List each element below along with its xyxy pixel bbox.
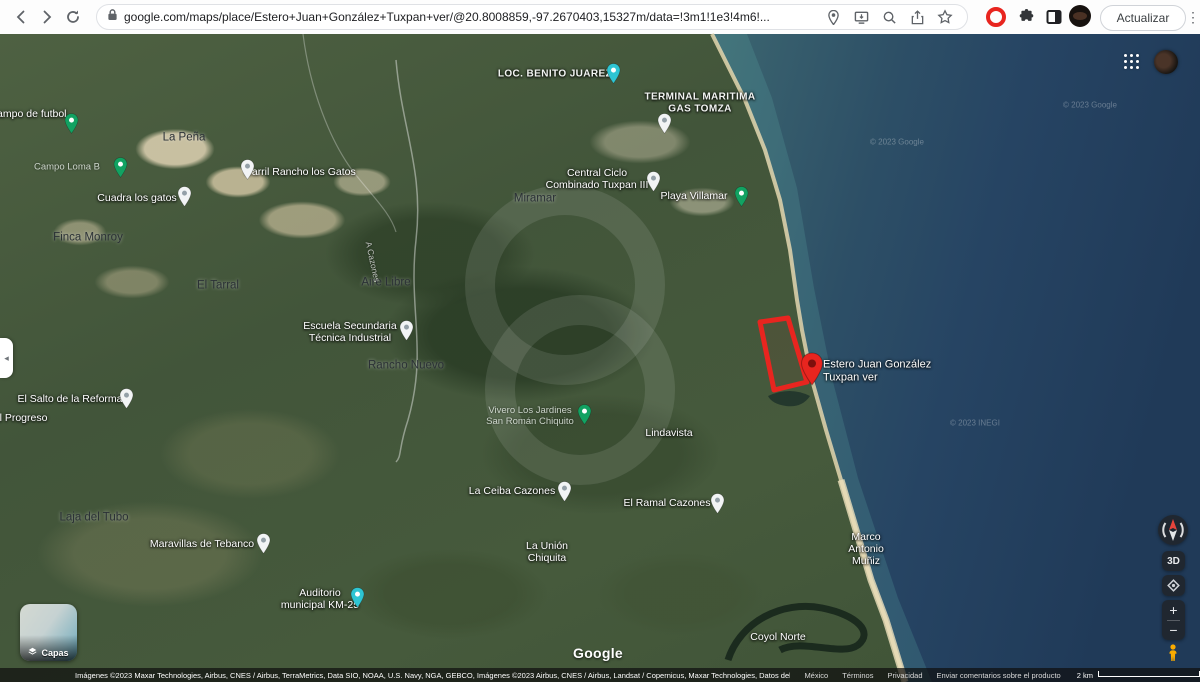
zoom-out-button[interactable]: − — [1162, 621, 1185, 640]
scale-label: 2 km — [1077, 671, 1093, 680]
map-scale: 2 km — [1077, 671, 1200, 680]
map-pin-teal[interactable] — [606, 63, 621, 89]
share-icon[interactable] — [905, 5, 929, 29]
zoom-control: + − — [1162, 600, 1185, 640]
attribution-imagery: Imágenes ©2023 Maxar Technologies, Airbu… — [75, 671, 790, 680]
profile-avatar[interactable] — [1068, 4, 1092, 28]
attribution-link[interactable]: Enviar comentarios sobre el producto — [937, 671, 1061, 680]
map-pin-green[interactable] — [64, 113, 79, 139]
layers-label: Capas — [41, 648, 68, 658]
map-pin-green[interactable] — [113, 157, 128, 183]
extensions-puzzle-icon[interactable] — [1014, 5, 1038, 29]
attribution-link[interactable]: Privacidad — [887, 671, 922, 680]
attribution-links: México Términos Privacidad Enviar comentari… — [790, 671, 1060, 680]
map-pin-teal[interactable] — [350, 587, 365, 613]
map-pin-gray[interactable] — [256, 533, 271, 559]
map-pin-gray[interactable] — [399, 320, 414, 346]
map-canvas[interactable] — [0, 34, 1200, 682]
map-pin-red[interactable] — [800, 352, 824, 391]
google-watermark: Google — [573, 645, 623, 661]
map-pin-gray[interactable] — [657, 113, 672, 139]
scale-bar — [1098, 671, 1200, 677]
map-pin-gray[interactable] — [646, 171, 661, 197]
avatar[interactable] — [1154, 50, 1178, 74]
address-bar[interactable]: google.com/maps/place/Estero+Juan+Gonzál… — [96, 4, 968, 30]
3d-button[interactable]: 3D — [1162, 551, 1185, 571]
browser-window: google.com/maps/place/Estero+Juan+Gonzál… — [0, 0, 1200, 682]
reload-icon[interactable] — [60, 4, 86, 30]
attribution-bar: Imágenes ©2023 Maxar Technologies, Airbu… — [0, 668, 1200, 682]
apps-grid-icon[interactable] — [1124, 54, 1140, 70]
bookmark-star-icon[interactable] — [933, 5, 957, 29]
side-panel-toggle[interactable]: ◂ — [0, 338, 13, 378]
pegman-icon[interactable] — [1165, 644, 1181, 662]
compass-icon[interactable] — [1158, 515, 1188, 545]
red-o-extension-icon[interactable] — [984, 5, 1008, 29]
map-pin-gray[interactable] — [119, 388, 134, 414]
map-pin-gray[interactable] — [240, 159, 255, 185]
forward-icon[interactable] — [34, 4, 60, 30]
map-pin-gray[interactable] — [710, 493, 725, 519]
map-pin-green[interactable] — [577, 404, 592, 430]
zoom-search-icon[interactable] — [877, 5, 901, 29]
attribution-link[interactable]: México — [804, 671, 828, 680]
update-browser-button[interactable]: Actualizar — [1100, 5, 1186, 31]
url-text[interactable]: google.com/maps/place/Estero+Juan+Gonzál… — [124, 10, 817, 24]
attribution-link[interactable]: Términos — [842, 671, 873, 680]
sidebar-icon[interactable] — [1042, 5, 1066, 29]
layers-button[interactable]: Capas — [20, 604, 77, 661]
map-pin-green[interactable] — [734, 186, 749, 212]
map-pin-gray[interactable] — [557, 481, 572, 507]
back-icon[interactable] — [8, 4, 34, 30]
map-pin-gray[interactable] — [177, 186, 192, 212]
install-icon[interactable] — [849, 5, 873, 29]
menu-dots-icon[interactable]: ⋮ — [1188, 5, 1198, 29]
layers-icon — [28, 647, 37, 658]
zoom-in-button[interactable]: + — [1162, 601, 1185, 620]
browser-toolbar: google.com/maps/place/Estero+Juan+Gonzál… — [0, 0, 1200, 35]
maps-pin-icon[interactable] — [821, 5, 845, 29]
my-location-icon[interactable] — [1162, 575, 1185, 596]
lock-icon — [107, 8, 118, 26]
